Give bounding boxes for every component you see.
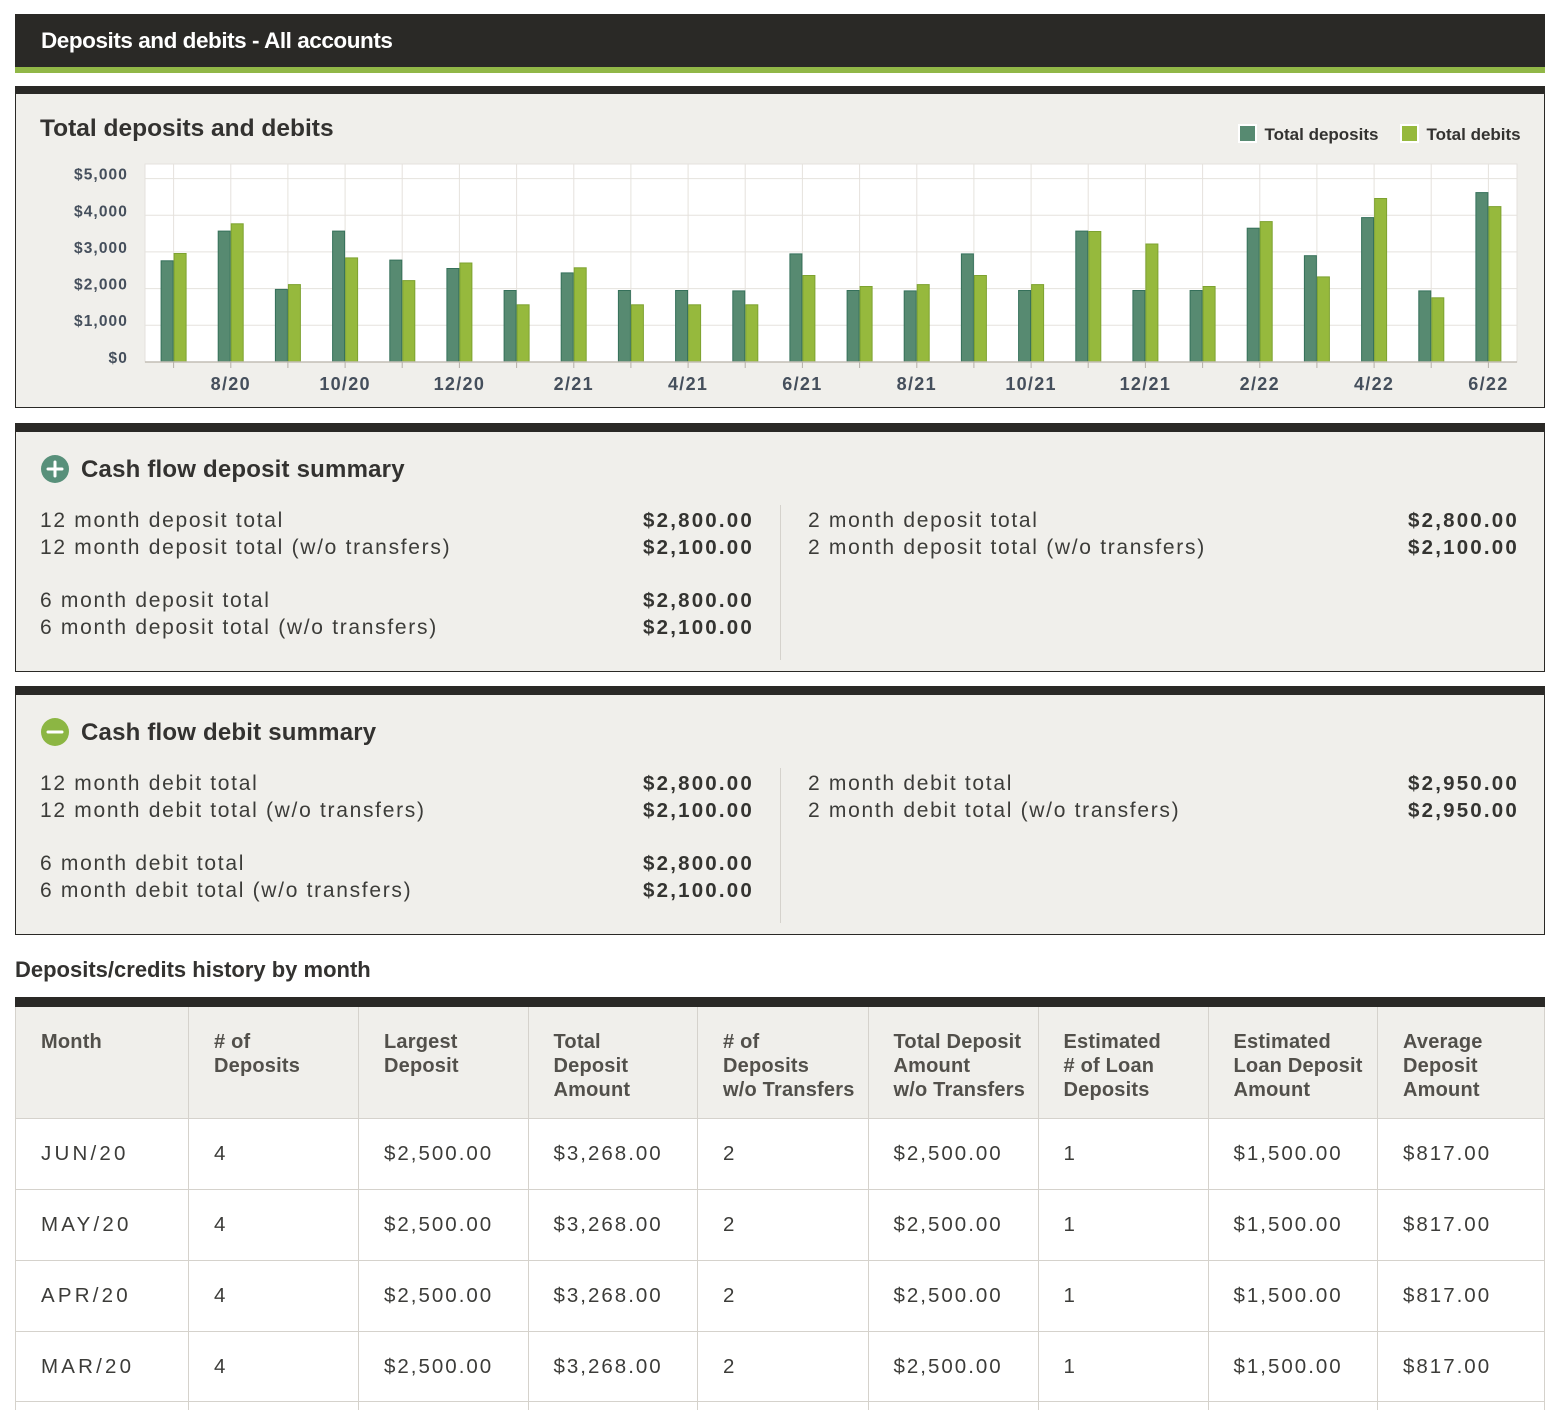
svg-text:12/20: 12/20	[434, 374, 486, 394]
svg-text:8/20: 8/20	[211, 374, 251, 394]
svg-text:4/22: 4/22	[1354, 374, 1394, 394]
svg-text:8/21: 8/21	[897, 374, 937, 394]
svg-text:$1,000: $1,000	[74, 313, 128, 330]
svg-text:10/20: 10/20	[319, 374, 371, 394]
svg-text:$3,000: $3,000	[74, 240, 128, 257]
svg-text:12/21: 12/21	[1120, 374, 1172, 394]
svg-text:$0: $0	[109, 350, 128, 367]
svg-text:$4,000: $4,000	[74, 203, 128, 220]
svg-text:10/21: 10/21	[1005, 374, 1057, 394]
svg-text:6/21: 6/21	[782, 374, 822, 394]
svg-text:2/21: 2/21	[554, 374, 594, 394]
svg-text:4/21: 4/21	[668, 374, 708, 394]
svg-text:2/22: 2/22	[1240, 374, 1280, 394]
svg-text:$2,000: $2,000	[74, 277, 128, 294]
svg-text:6/22: 6/22	[1468, 374, 1508, 394]
svg-text:$5,000: $5,000	[74, 167, 128, 184]
